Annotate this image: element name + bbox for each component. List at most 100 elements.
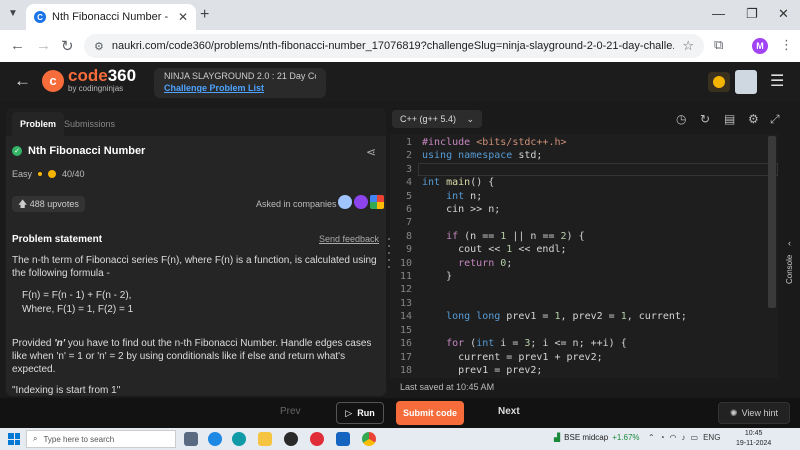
profile-avatar[interactable]: M — [752, 38, 768, 54]
challenge-box[interactable]: NINJA SLAYGROUND 2.0 : 21 Day Co... Chal… — [154, 68, 326, 98]
new-tab-icon[interactable]: + — [200, 6, 209, 24]
logo-subtitle: by codingninjas — [68, 84, 124, 93]
clock-date: 19-11-2024 — [736, 440, 772, 447]
editor-scrollbar[interactable] — [768, 136, 776, 308]
line-numbers: 1 2 3 4 5 6 7 8 9 10 11 12 13 14 15 16 17 18 — [390, 136, 412, 377]
points-value: 40/40 — [62, 169, 85, 179]
line-number: 3 — [405, 163, 412, 175]
taskbar-clock[interactable]: 10:45 19-11-2024 — [736, 429, 771, 449]
coins-icon[interactable] — [708, 72, 730, 92]
tab-submissions[interactable]: Submissions — [64, 112, 115, 136]
fullscreen-icon[interactable]: ⤢ — [770, 112, 780, 127]
tab-title: Nth Fibonacci Number - Naukri — [52, 11, 172, 23]
site-info-icon[interactable]: ⚙ — [94, 40, 104, 53]
line-number: 18 — [399, 364, 412, 376]
timer-icon[interactable]: ◷ — [676, 112, 686, 126]
stock-change: +1.67% — [612, 433, 640, 442]
line-number: 1 — [405, 137, 412, 148]
line-number: 7 — [405, 217, 412, 229]
more-menu-icon[interactable]: ⋮ — [780, 37, 793, 53]
windows-taskbar: ⌕ Type here to search ▟ BSE midcap +1.67%… — [0, 428, 800, 450]
hint-label: View hint — [741, 408, 778, 418]
browser-tab[interactable]: C Nth Fibonacci Number - Naukri ✕ — [26, 4, 196, 30]
file-explorer-icon[interactable] — [258, 432, 272, 446]
tab-problem[interactable]: Problem — [12, 112, 65, 136]
search-icon: ⌕ — [33, 434, 38, 443]
chrome-icon[interactable] — [362, 432, 376, 446]
problem-title-row: ✓ Nth Fibonacci Number — [12, 145, 145, 157]
system-tray[interactable]: ⌃ ◔ ◠ ♪ ▭ ENG — [648, 433, 720, 442]
separator-dot-icon — [38, 172, 43, 176]
maximize-icon[interactable]: ❐ — [746, 6, 758, 22]
next-button[interactable]: Next — [498, 406, 520, 417]
bookmark-star-icon[interactable]: ☆ — [682, 38, 694, 54]
lightbulb-icon: ✺ — [730, 407, 738, 418]
code-editor[interactable]: 1 2 3 4 5 6 7 8 9 10 11 12 13 14 15 16 17 18 #include <bi… — [390, 134, 778, 378]
problem-tabs: Problem Submissions — [6, 108, 386, 136]
view-hint-button[interactable]: ✺ View hint — [718, 402, 790, 424]
wifi-icon[interactable]: ◠ — [670, 433, 677, 442]
user-avatar[interactable] — [735, 70, 757, 94]
language-indicator[interactable]: ENG — [703, 433, 720, 442]
extensions-icon[interactable]: ⧉ — [714, 37, 723, 53]
share-icon[interactable]: ⋖ — [366, 145, 376, 159]
upvote-icon: 🡅 — [18, 199, 28, 209]
battery-icon[interactable]: ▭ — [691, 433, 699, 442]
language-select[interactable]: C++ (g++ 5.4) ⌄ — [392, 110, 482, 128]
company-logo-icon — [338, 195, 352, 209]
code360-logo[interactable]: c code360 by codingninjas — [42, 66, 137, 93]
favicon-icon: C — [34, 11, 46, 23]
send-feedback-link[interactable]: Send feedback — [319, 234, 379, 244]
code-content[interactable]: #include <bits/stdc++.h> using namespace… — [422, 136, 687, 377]
console-toggle[interactable]: ‹ Console — [784, 134, 800, 396]
close-tab-icon[interactable]: ✕ — [178, 10, 188, 24]
settings-icon[interactable]: ⚙ — [748, 112, 759, 126]
network-icon[interactable]: ◔ — [660, 433, 665, 442]
copilot-icon[interactable] — [208, 432, 222, 446]
line-number: 9 — [405, 244, 412, 256]
prev-button[interactable]: Prev — [280, 406, 301, 417]
close-window-icon[interactable]: ✕ — [778, 6, 789, 22]
app-header: ← c code360 by codingninjas NINJA SLAYGR… — [0, 62, 800, 102]
layout-icon[interactable]: ▤ — [724, 112, 735, 126]
back-arrow-icon[interactable]: ← — [14, 71, 31, 91]
edge-icon[interactable] — [232, 432, 246, 446]
statement-para-3: "Indexing is start from 1" — [12, 385, 121, 396]
points-coin-icon — [48, 170, 57, 178]
reset-code-icon[interactable]: ↻ — [700, 112, 710, 126]
logo-text-code: code — [68, 66, 108, 85]
line-number: 8 — [405, 230, 412, 242]
submit-code-button[interactable]: Submit code — [396, 401, 464, 425]
logo-mark-icon: c — [42, 69, 64, 92]
volume-icon[interactable]: ♪ — [682, 433, 686, 442]
upvote-button[interactable]: 🡅 488 upvotes — [12, 196, 85, 212]
statement-para-2: Provided 'n' you have to find out the n-… — [12, 337, 380, 376]
hamburger-menu-icon[interactable]: ☰ — [770, 71, 784, 91]
search-placeholder: Type here to search — [43, 434, 115, 444]
reload-icon[interactable]: ↻ — [61, 37, 74, 55]
challenge-list-link[interactable]: Challenge Problem List — [164, 83, 316, 93]
chevron-down-icon: ⌄ — [466, 114, 474, 124]
stock-widget[interactable]: ▟ BSE midcap +1.67% — [554, 433, 640, 442]
line-number: 14 — [399, 311, 412, 323]
minimize-icon[interactable]: — — [712, 6, 725, 21]
dell-icon[interactable] — [284, 432, 298, 446]
upvote-count: 488 upvotes — [29, 199, 79, 209]
line-number: 5 — [405, 190, 412, 202]
windows-start-icon[interactable] — [8, 433, 20, 445]
word-icon[interactable] — [336, 432, 350, 446]
difficulty-label: Easy — [12, 169, 33, 179]
taskbar-search[interactable]: ⌕ Type here to search — [26, 430, 176, 448]
company-logos[interactable] — [338, 195, 384, 209]
back-icon[interactable]: ← — [10, 37, 25, 54]
address-bar[interactable]: ⚙ naukri.com/code360/problems/nth-fibona… — [84, 34, 704, 58]
problem-meta: Easy 40/40 — [12, 169, 85, 179]
opera-icon[interactable] — [310, 432, 324, 446]
tab-search-icon[interactable]: ▼ — [8, 8, 18, 19]
chevron-up-icon[interactable]: ⌃ — [648, 433, 655, 442]
logo-text-360: 360 — [107, 66, 137, 85]
task-view-icon[interactable] — [184, 432, 198, 446]
run-button[interactable]: ▷ Run — [336, 402, 384, 424]
forward-icon[interactable]: → — [36, 37, 51, 54]
console-label: Console — [785, 254, 794, 284]
